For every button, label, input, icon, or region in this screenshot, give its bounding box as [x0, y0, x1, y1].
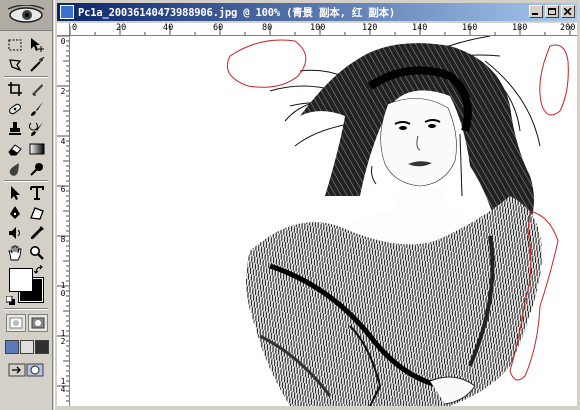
- tool-separator: [4, 308, 48, 310]
- maximize-button[interactable]: [545, 5, 559, 18]
- slice-icon: [32, 84, 43, 96]
- pen-tool[interactable]: [5, 204, 25, 222]
- close-button[interactable]: [561, 5, 575, 18]
- move-icon: [31, 38, 44, 52]
- clone-stamp-tool[interactable]: [5, 120, 25, 138]
- ruler-label: 40: [163, 23, 174, 33]
- ruler-label: 120: [362, 23, 378, 33]
- lasso-icon: [9, 59, 22, 72]
- magnifier-icon: [30, 246, 44, 260]
- rectangular-marquee-tool[interactable]: [5, 36, 25, 54]
- healing-brush-tool[interactable]: [5, 100, 25, 118]
- droplet-icon: [9, 163, 19, 176]
- window-controls: [529, 5, 575, 18]
- gradient-tool[interactable]: [27, 140, 47, 158]
- history-brush-icon: [29, 122, 43, 136]
- ruler-label: 4: [60, 137, 66, 146]
- move-tool[interactable]: [27, 36, 47, 54]
- quick-mask-icon: [31, 317, 45, 329]
- magic-wand-tool[interactable]: [27, 56, 47, 74]
- pen-nib-icon: [10, 206, 20, 219]
- ruler-label: 6: [60, 185, 66, 194]
- ruler-origin[interactable]: [57, 23, 70, 36]
- type-tool[interactable]: [27, 184, 47, 202]
- full-screen-button[interactable]: [35, 340, 49, 354]
- lasso-tool[interactable]: [5, 56, 25, 74]
- blur-tool[interactable]: [5, 160, 25, 178]
- magic-wand-icon: [30, 57, 45, 72]
- bandage-icon: [9, 103, 21, 115]
- minimize-button[interactable]: [529, 5, 543, 18]
- eraser-icon: [8, 144, 22, 156]
- ruler-label: 140: [412, 23, 428, 33]
- ruler-label: 2: [60, 87, 66, 96]
- standard-screen-button[interactable]: [5, 340, 19, 354]
- maximize-icon: [548, 8, 556, 15]
- ruler-label: 100: [310, 23, 326, 33]
- hand-icon: [8, 245, 22, 261]
- ruler-label: 8: [60, 235, 66, 244]
- shape-icon: [30, 207, 44, 220]
- tool-separator: [4, 76, 48, 78]
- standard-mode-icon: [9, 317, 23, 329]
- marquee-icon: [8, 39, 22, 51]
- crop-icon: [8, 82, 22, 96]
- vertical-ruler[interactable]: 0 2 4 6 8 10 12 14: [57, 36, 70, 406]
- close-icon: [564, 8, 572, 15]
- brush-tool[interactable]: [27, 100, 47, 118]
- eraser-tool[interactable]: [5, 140, 25, 158]
- gradient-icon: [29, 143, 45, 155]
- tool-separator: [4, 180, 48, 182]
- path-selection-tool[interactable]: [5, 184, 25, 202]
- ruler-label: 180: [512, 23, 528, 33]
- eyedropper-tool[interactable]: [27, 224, 47, 242]
- hand-tool[interactable]: [5, 244, 25, 262]
- quick-mask-mode-button[interactable]: [28, 314, 48, 332]
- zoom-tool[interactable]: [27, 244, 47, 262]
- brush-icon: [31, 102, 43, 116]
- stamp-icon: [9, 122, 21, 135]
- ruler-label: 60: [213, 23, 224, 33]
- ruler-label: 80: [262, 23, 273, 33]
- type-icon: [30, 186, 44, 200]
- dodge-icon: [30, 163, 43, 176]
- document-title: Pc1a_20036140473988906.jpg @ 100% (青景 副本…: [78, 6, 395, 19]
- jump-to-imageready-icon[interactable]: [8, 362, 46, 378]
- ruler-label: 12: [60, 329, 66, 346]
- foreground-color-swatch[interactable]: [9, 268, 33, 292]
- ruler-label: 0: [60, 37, 66, 46]
- ruler-label: 160: [462, 23, 478, 33]
- eyedropper-icon: [31, 226, 44, 239]
- default-colors-icon[interactable]: [6, 296, 16, 306]
- standard-mode-button[interactable]: [6, 314, 26, 332]
- toolbox: [0, 0, 53, 410]
- face: [380, 98, 457, 187]
- history-brush-tool[interactable]: [27, 120, 47, 138]
- ruler-label: 10: [60, 281, 66, 298]
- toolbox-header[interactable]: [0, 0, 52, 31]
- slice-tool[interactable]: [27, 80, 47, 98]
- ruler-label: 0: [72, 23, 78, 33]
- image-canvas[interactable]: [70, 36, 577, 406]
- ruler-label: 14: [60, 377, 66, 394]
- horizontal-ruler[interactable]: 0 20 40 60 80 100 120 140 160 180 200: [70, 23, 577, 36]
- photoshop-eye-logo-icon: [7, 5, 45, 23]
- ruler-label: 20: [116, 23, 127, 33]
- portrait-image: [226, 36, 569, 406]
- document-title-bar[interactable]: Pc1a_20036140473988906.jpg @ 100% (青景 副本…: [57, 3, 577, 21]
- ruler-label: 200: [560, 23, 576, 33]
- document-window: Pc1a_20036140473988906.jpg @ 100% (青景 副本…: [54, 0, 580, 410]
- dodge-tool[interactable]: [27, 160, 47, 178]
- minimize-icon: [532, 13, 538, 15]
- custom-shape-tool[interactable]: [27, 204, 47, 222]
- full-screen-menu-button[interactable]: [20, 340, 34, 354]
- notes-tool[interactable]: [5, 224, 25, 242]
- photoshop-document-icon: [60, 5, 74, 19]
- speaker-icon: [9, 227, 20, 239]
- arrow-cursor-icon: [11, 186, 20, 200]
- swap-colors-icon[interactable]: [34, 265, 44, 275]
- crop-tool[interactable]: [5, 80, 25, 98]
